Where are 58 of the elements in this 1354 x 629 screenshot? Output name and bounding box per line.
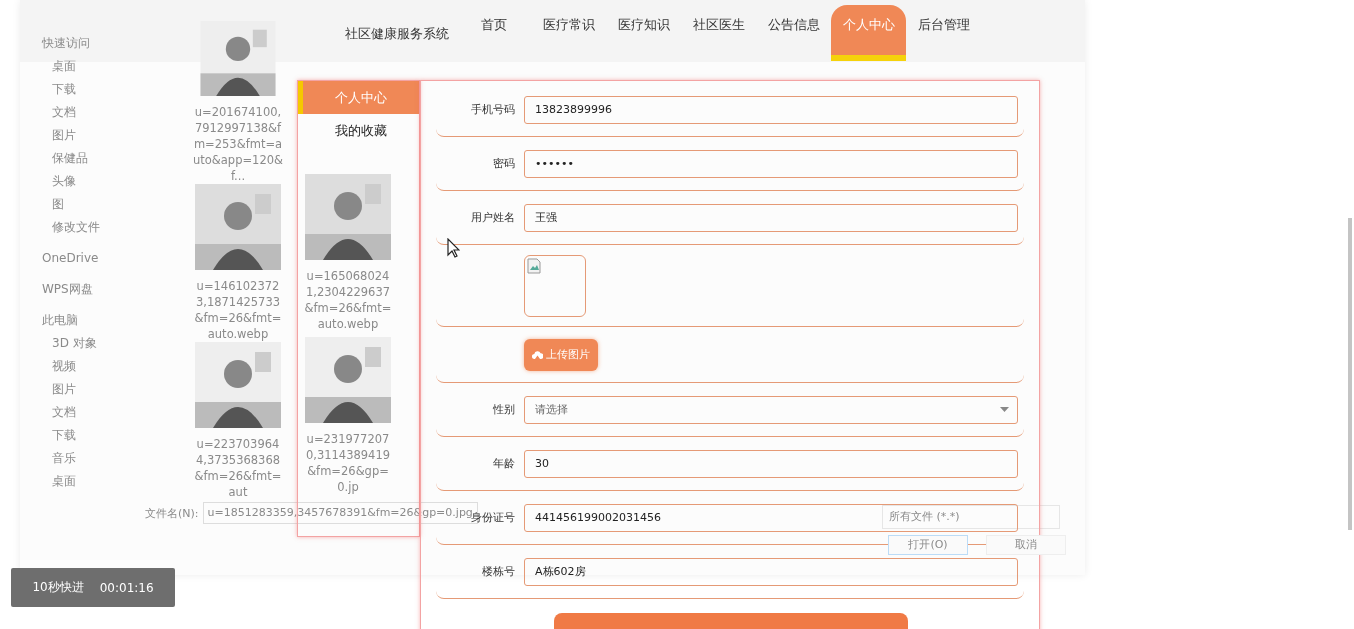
nav-item[interactable]: WPS网盘 <box>42 278 93 301</box>
select-field[interactable]: 请选择 <box>524 395 1018 424</box>
nav-item[interactable]: 下载 <box>52 78 76 101</box>
input-field[interactable]: 13823899996 <box>524 95 1018 124</box>
nav-item[interactable]: 音乐 <box>52 447 76 470</box>
nav-tab[interactable]: 首页 <box>456 5 531 61</box>
nav-item[interactable]: 下载 <box>52 424 76 447</box>
sidebar-item[interactable]: 我的收藏 <box>298 114 419 147</box>
input-field[interactable]: •••••• <box>524 149 1018 178</box>
site-title: 社区健康服务系统 <box>345 25 450 43</box>
dialog-button[interactable]: 取消 <box>986 535 1066 555</box>
input-field[interactable]: 30 <box>524 449 1018 478</box>
nav-item[interactable]: 修改文件 <box>52 216 100 239</box>
nav-tab[interactable]: 后台管理 <box>906 5 981 61</box>
nav-item[interactable]: 图 <box>52 193 64 216</box>
field-label: 楼栋号 <box>481 564 515 579</box>
nav-item[interactable]: 图片 <box>52 378 76 401</box>
nav-item[interactable]: 3D 对象 <box>52 332 97 355</box>
field-label: 文件名(N): <box>145 505 199 521</box>
nav-tab[interactable]: 公告信息 <box>756 5 831 61</box>
field-label: 密码 <box>492 156 515 171</box>
file-name: u=201674100,7912997138&fm=253&fmt=auto&app=120&f... <box>193 104 283 184</box>
field-label: 性别 <box>492 402 515 417</box>
nav-item[interactable]: 视频 <box>52 355 76 378</box>
toast-text: 10秒快进 <box>32 579 84 596</box>
file-name: u=1461023723,1871425733&fm=26&fmt=auto.webp <box>193 278 283 342</box>
field-label: 手机号码 <box>470 102 515 117</box>
nav-tab[interactable]: 个人中心 <box>831 5 906 61</box>
filetype-select[interactable]: 所有文件 (*.*) <box>882 505 1060 529</box>
toast-time: 00:01:16 <box>99 580 154 595</box>
nav-item[interactable]: 快速访问 <box>42 32 90 55</box>
nav-item[interactable]: 图片 <box>52 124 76 147</box>
nav-item[interactable]: 头像 <box>52 170 76 193</box>
nav-tab[interactable]: 医疗知识 <box>606 5 681 61</box>
nav-item[interactable]: 桌面 <box>52 470 76 493</box>
scrollbar[interactable] <box>1348 218 1352 530</box>
input-field[interactable]: 王强 <box>524 203 1018 232</box>
field-label: 年龄 <box>492 456 515 471</box>
nav-item[interactable]: 此电脑 <box>42 309 78 332</box>
nav-item[interactable]: 文档 <box>52 101 76 124</box>
nav-item[interactable]: 保健品 <box>52 147 88 170</box>
nav-item[interactable]: 文档 <box>52 401 76 424</box>
nav-item[interactable]: OneDrive <box>42 247 99 270</box>
field-label: 用户姓名 <box>470 210 515 225</box>
file-name: u=1650680241,2304229637&fm=26&fmt=auto.webp <box>303 268 393 332</box>
dialog-button[interactable]: 打开(O) <box>888 535 968 555</box>
broken-image-icon <box>527 257 541 274</box>
file-name: u=2319772070,3114389419&fm=26&gp=0.jp <box>304 431 392 495</box>
upload-button[interactable]: 上传图片 <box>524 338 598 371</box>
caret-icon <box>1000 407 1009 412</box>
nav-item[interactable]: 桌面 <box>52 55 76 78</box>
nav-tab[interactable]: 医疗常识 <box>531 5 606 61</box>
input-field[interactable]: A栋602房 <box>524 557 1018 586</box>
nav-tab[interactable]: 社区医生 <box>681 5 756 61</box>
cloud-upload-icon <box>532 350 543 359</box>
file-name: u=2237039644,3735368368&fm=26&fmt=aut <box>193 436 283 500</box>
sidebar-item[interactable]: 个人中心 <box>298 81 419 114</box>
cursor-icon <box>447 238 460 258</box>
